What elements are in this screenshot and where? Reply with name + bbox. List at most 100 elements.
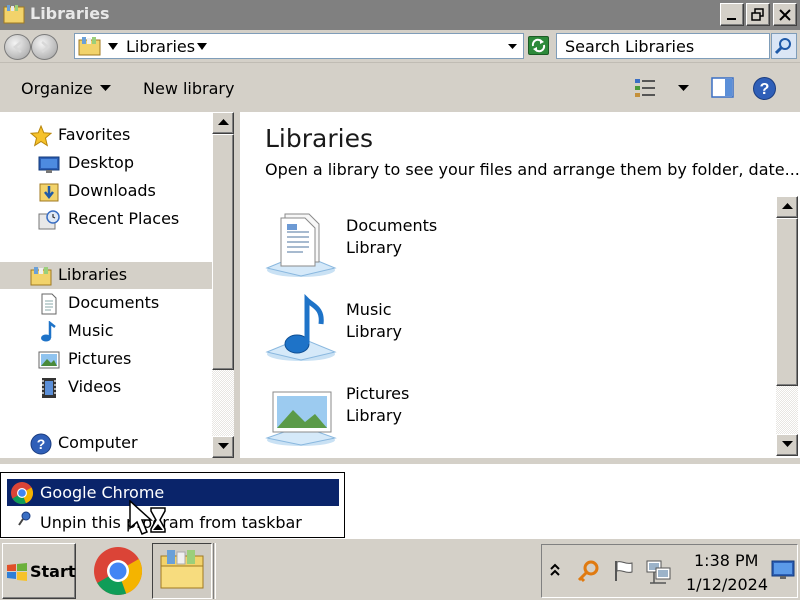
address-history-dropdown-icon[interactable] xyxy=(508,44,517,50)
close-icon xyxy=(779,9,791,21)
sidebar-item-recent-places[interactable]: Recent Places xyxy=(0,206,212,233)
refresh-icon xyxy=(531,38,546,53)
sidebar-item-label: Desktop xyxy=(68,153,134,172)
sidebar-scroll-thumb[interactable] xyxy=(212,134,234,370)
taskbar-app-explorer[interactable] xyxy=(152,543,212,599)
sidebar-item-favorites[interactable]: Favorites xyxy=(0,122,212,149)
sidebar-item-documents[interactable]: Documents xyxy=(0,290,212,317)
navigation-pane: Favorites Desktop Downloads Recent Place… xyxy=(0,112,234,458)
close-button[interactable] xyxy=(773,3,797,26)
sidebar-item-videos[interactable]: Videos xyxy=(0,374,212,401)
sidebar-item-label: Videos xyxy=(68,377,122,396)
chevron-down-icon[interactable] xyxy=(100,85,111,92)
back-arrow-icon xyxy=(13,41,22,53)
start-button[interactable]: Start xyxy=(2,543,76,599)
computer-icon: ? xyxy=(30,433,52,455)
preview-pane-icon[interactable] xyxy=(711,77,735,99)
content-scroll-down-button[interactable] xyxy=(776,434,798,456)
sidebar-item-pictures[interactable]: Pictures xyxy=(0,346,212,373)
libraries-icon xyxy=(30,267,52,286)
sidebar-scroll-up-button[interactable] xyxy=(212,112,234,134)
recent-places-icon xyxy=(38,210,60,230)
sidebar-item-label: Downloads xyxy=(68,181,156,200)
page-subtitle: Open a library to see your files and arr… xyxy=(265,160,800,179)
documents-icon xyxy=(41,293,57,315)
sidebar-item-libraries[interactable]: Libraries xyxy=(0,262,212,289)
show-desktop-icon[interactable] xyxy=(771,559,795,581)
chevron-down-icon[interactable] xyxy=(197,43,207,51)
pictures-icon xyxy=(38,351,60,369)
star-icon xyxy=(30,125,52,147)
library-type: Library xyxy=(346,322,402,341)
minimize-icon xyxy=(727,18,736,20)
help-icon[interactable]: ? xyxy=(752,76,777,101)
breadcrumb-arrow-icon[interactable] xyxy=(108,43,118,51)
library-type: Library xyxy=(346,406,402,425)
sidebar-item-label: Favorites xyxy=(58,125,131,144)
sidebar-item-label: Documents xyxy=(68,293,160,312)
sidebar-item-music[interactable]: Music xyxy=(0,318,212,345)
explorer-icon xyxy=(160,550,204,589)
documents-library-icon xyxy=(265,213,337,277)
address-input[interactable]: Libraries xyxy=(74,33,524,59)
search-input[interactable]: Search Libraries xyxy=(556,33,770,59)
sidebar-item-label: Recent Places xyxy=(68,209,180,228)
address-bar: Libraries Search Libraries xyxy=(0,30,800,62)
sidebar-scroll-down-button[interactable] xyxy=(212,436,234,458)
organize-button[interactable]: Organize xyxy=(21,79,93,98)
busy-cursor-icon xyxy=(129,500,166,535)
search-placeholder: Search Libraries xyxy=(565,37,695,56)
new-library-button[interactable]: New library xyxy=(143,79,234,98)
network-icon[interactable] xyxy=(646,559,672,585)
view-options-dropdown-icon[interactable] xyxy=(678,85,689,92)
command-bar: Organize New library ? xyxy=(0,62,800,112)
breadcrumb-libraries[interactable]: Libraries xyxy=(126,37,195,56)
restore-button[interactable] xyxy=(746,3,770,26)
jumplist-item-google-chrome[interactable]: Google Chrome xyxy=(7,479,339,506)
page-title: Libraries xyxy=(265,124,373,153)
content-scroll-up-button[interactable] xyxy=(776,196,798,218)
minimize-button[interactable] xyxy=(720,3,744,26)
arrow-up-icon xyxy=(782,203,793,209)
sidebar-item-label: Pictures xyxy=(68,349,132,368)
jumplist-item-unpin[interactable]: Unpin this program from taskbar xyxy=(7,509,339,536)
search-button[interactable] xyxy=(771,33,797,59)
library-item-documents[interactable]: Documents Library xyxy=(265,210,545,290)
restore-icon xyxy=(751,8,764,21)
downloads-icon xyxy=(39,183,59,202)
action-center-flag-icon[interactable] xyxy=(612,559,636,583)
pictures-library-icon xyxy=(265,391,337,446)
libraries-icon xyxy=(3,5,25,24)
library-name: Documents xyxy=(346,216,438,235)
search-icon xyxy=(775,38,791,55)
taskbar-app-chrome[interactable] xyxy=(88,543,148,599)
content-pane: Libraries Open a library to see your fil… xyxy=(240,112,800,458)
libraries-icon xyxy=(78,37,101,56)
clock-time[interactable]: 1:38 PM xyxy=(694,551,758,570)
refresh-button[interactable] xyxy=(528,36,549,55)
content-scroll-thumb[interactable] xyxy=(776,218,798,386)
arrow-down-icon xyxy=(218,443,229,449)
library-name: Pictures xyxy=(346,384,410,403)
show-hidden-icons-icon[interactable] xyxy=(549,563,561,577)
music-icon xyxy=(41,321,56,342)
taskbar-separator xyxy=(213,543,216,599)
sidebar-item-desktop[interactable]: Desktop xyxy=(0,150,212,177)
taskbar: Start 1:38 PM 1/12/2024 xyxy=(0,538,800,600)
chrome-icon xyxy=(11,482,34,505)
library-item-pictures[interactable]: Pictures Library xyxy=(265,378,545,458)
sidebar-item-label: Computer xyxy=(58,433,138,452)
music-library-icon xyxy=(265,294,337,361)
sidebar-item-computer[interactable]: ? Computer xyxy=(0,430,212,457)
library-type: Library xyxy=(346,238,402,257)
library-item-music[interactable]: Music Library xyxy=(265,294,545,374)
back-button[interactable] xyxy=(4,34,31,60)
key-icon[interactable] xyxy=(576,559,600,583)
sidebar-item-downloads[interactable]: Downloads xyxy=(0,178,212,205)
window-title: Libraries xyxy=(30,4,110,23)
change-view-icon[interactable] xyxy=(634,77,658,99)
clock-date[interactable]: 1/12/2024 xyxy=(686,575,768,594)
arrow-down-icon xyxy=(782,441,793,447)
forward-button[interactable] xyxy=(31,34,58,60)
title-bar: Libraries xyxy=(0,0,800,30)
